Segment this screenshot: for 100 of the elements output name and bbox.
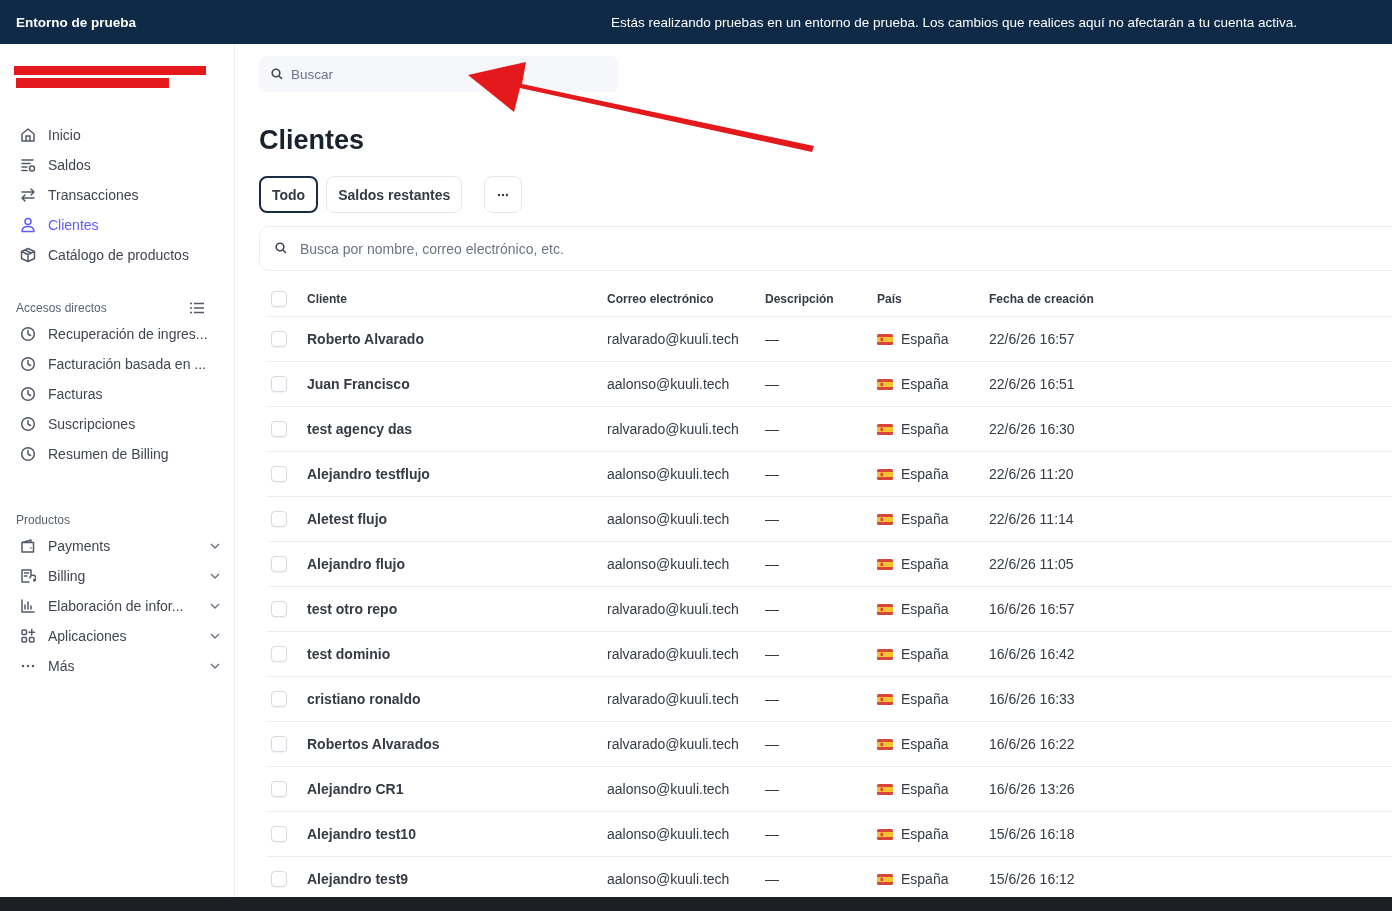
table-cell-text: — (765, 871, 780, 887)
flag-icon (877, 558, 893, 570)
checkbox[interactable] (271, 781, 287, 797)
product-item[interactable]: Aplicaciones (0, 621, 220, 651)
customer-name[interactable]: test dominio (307, 646, 607, 662)
checkbox[interactable] (271, 736, 287, 752)
country-text: España (901, 826, 949, 842)
table-cell-text: 16/6/26 16:22 (989, 736, 1076, 752)
checkbox[interactable] (271, 331, 287, 347)
country-text: España (901, 691, 949, 707)
table-cell-text: ralvarado@kuuli.tech (607, 736, 740, 752)
nav-item[interactable]: Transacciones (0, 180, 220, 210)
clock-icon (20, 416, 36, 432)
checkbox[interactable] (271, 376, 287, 392)
customer-name[interactable]: Alejandro CR1 (307, 781, 607, 797)
column-header[interactable]: Cliente (307, 292, 607, 306)
flag-icon (877, 423, 893, 435)
customer-name[interactable]: Aletest flujo (307, 511, 607, 527)
table-cell-text: aalonso@kuuli.tech (607, 556, 731, 572)
table-cell-text: 22/6/26 16:57 (989, 331, 1076, 347)
table-cell-text: — (765, 781, 780, 797)
search-field[interactable]: Buscar (259, 56, 619, 92)
country-text: España (901, 736, 949, 752)
search-icon (275, 242, 287, 254)
table-cell-text: — (765, 646, 780, 662)
table-cell-text: aalonso@kuuli.tech (607, 511, 731, 527)
more-button[interactable] (484, 176, 523, 213)
checkbox[interactable] (271, 556, 287, 572)
list-icon (190, 302, 204, 314)
flag-icon (877, 648, 893, 660)
country-text: España (901, 421, 949, 437)
column-header[interactable]: País (877, 292, 989, 306)
customer-name[interactable]: Alejandro flujo (307, 556, 607, 572)
search-icon (271, 68, 283, 80)
table-cell-text: 22/6/26 11:14 (989, 511, 1075, 527)
table-cell-text: — (765, 511, 780, 527)
customer-name[interactable]: cristiano ronaldo (307, 691, 607, 707)
table-cell-text: — (765, 331, 780, 347)
environment-title: Entorno de prueba (16, 14, 136, 30)
nav-item[interactable]: Catálogo de productos (0, 240, 220, 270)
customer-name[interactable]: Robertos Alvarados (307, 736, 607, 752)
checkbox[interactable] (271, 601, 287, 617)
product-item[interactable]: Payments (0, 531, 220, 561)
page-title: Clientes (259, 124, 366, 157)
table-cell-text: ralvarado@kuuli.tech (607, 601, 740, 617)
filter-tab[interactable]: Saldos restantes (326, 176, 463, 213)
checkbox[interactable] (271, 871, 287, 887)
checkbox[interactable] (271, 291, 287, 307)
nav-item[interactable]: Inicio (0, 120, 220, 150)
shortcut-item[interactable]: Facturas (0, 379, 220, 409)
customer-name[interactable]: Roberto Alvarado (307, 331, 607, 347)
table-cell-text: 15/6/26 16:12 (989, 871, 1076, 887)
country-text: España (901, 511, 949, 527)
checkbox[interactable] (271, 466, 287, 482)
clock-icon (20, 326, 36, 342)
table-cell-text: 22/6/26 11:20 (989, 466, 1075, 482)
column-header[interactable]: Descripción (765, 292, 877, 306)
home-icon (20, 127, 36, 143)
flag-icon (877, 513, 893, 525)
shortcut-item[interactable]: Facturación basada en ... (0, 349, 220, 379)
flag-icon (877, 333, 893, 345)
customer-name[interactable]: test agency das (307, 421, 607, 437)
list-coin-icon (20, 157, 36, 173)
checkbox[interactable] (271, 826, 287, 842)
customer-name[interactable]: Alejandro testflujo (307, 466, 607, 482)
table-cell-text: — (765, 691, 780, 707)
column-header[interactable]: Correo electrónico (607, 292, 765, 306)
wallet-icon (20, 538, 36, 554)
filter-tab[interactable]: Todo (259, 176, 319, 213)
table-cell-text: aalonso@kuuli.tech (607, 781, 731, 797)
country-text: España (901, 376, 949, 392)
country-text: España (901, 601, 949, 617)
customer-name[interactable]: Alejandro test10 (307, 826, 607, 842)
checkbox[interactable] (271, 421, 287, 437)
nav-item[interactable]: Clientes (0, 210, 220, 240)
table-cell-text: 22/6/26 11:05 (989, 556, 1075, 572)
country-text: España (901, 556, 949, 572)
person-icon (20, 217, 36, 233)
checkbox[interactable] (271, 646, 287, 662)
customer-name[interactable]: Alejandro test9 (307, 871, 607, 887)
product-item[interactable]: Más (0, 651, 220, 681)
column-header[interactable]: Fecha de creación (989, 292, 1392, 306)
shortcut-item[interactable]: Suscripciones (0, 409, 220, 439)
product-item[interactable]: Billing (0, 561, 220, 591)
flag-icon (877, 828, 893, 840)
flag-icon (877, 603, 893, 615)
checkbox[interactable] (271, 691, 287, 707)
nav-item[interactable]: Saldos (0, 150, 220, 180)
checkbox[interactable] (271, 511, 287, 527)
shortcut-item[interactable]: Recuperación de ingres... (0, 319, 220, 349)
country-text: España (901, 466, 949, 482)
product-item[interactable]: Elaboración de infor... (0, 591, 220, 621)
shortcut-item[interactable]: Resumen de Billing (0, 439, 220, 469)
table-cell-text: — (765, 826, 780, 842)
customer-name[interactable]: Juan Francisco (307, 376, 607, 392)
country-text: España (901, 871, 949, 887)
table-cell-text: — (765, 376, 780, 392)
flag-icon (877, 783, 893, 795)
customer-name[interactable]: test otro repo (307, 601, 607, 617)
table-search-field[interactable]: Busca por nombre, correo electrónico, etc. (259, 226, 1392, 271)
